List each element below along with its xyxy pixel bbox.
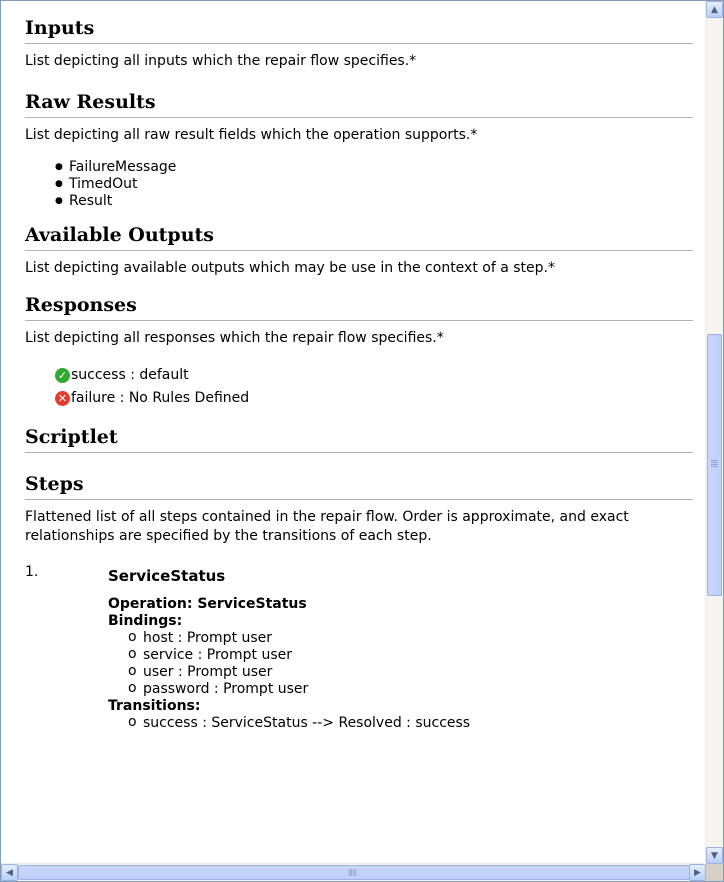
section-title-steps: Steps	[25, 471, 693, 500]
raw-results-description: List depicting all raw result fields whi…	[25, 127, 478, 143]
section-title-available-outputs: Available Outputs	[25, 222, 693, 251]
section-title-responses: Responses	[25, 292, 693, 321]
section-title-inputs: Inputs	[25, 15, 693, 44]
chevron-up-icon: ▲	[711, 4, 718, 15]
responses-description: List depicting all responses which the r…	[25, 330, 444, 346]
step-name: ServiceStatus	[108, 567, 226, 585]
section-title-raw-results: Raw Results	[25, 89, 693, 118]
transitions-list: success : ServiceStatus --> Resolved : s…	[108, 714, 692, 732]
scroll-right-button[interactable]: ▶	[689, 864, 706, 881]
raw-results-list: FailureMessage TimedOut Result	[25, 159, 692, 210]
scroll-left-button[interactable]: ◀	[1, 864, 18, 881]
vertical-scroll-thumb[interactable]	[707, 334, 722, 596]
list-item: FailureMessage	[55, 159, 692, 176]
chevron-down-icon: ▼	[711, 850, 718, 861]
response-item-success: ✓ success : default	[55, 364, 692, 387]
step-details: Operation: ServiceStatus Bindings: host …	[108, 596, 692, 732]
chevron-left-icon: ◀	[6, 867, 13, 878]
response-item-failure: ✕ failure : No Rules Defined	[55, 387, 692, 410]
step-operation: Operation: ServiceStatus	[108, 596, 307, 612]
inputs-description: List depicting all inputs which the repa…	[25, 53, 417, 69]
scroll-up-button[interactable]: ▲	[706, 1, 723, 18]
vertical-scrollbar[interactable]: ▲ ▼	[705, 1, 723, 864]
horizontal-scroll-thumb[interactable]	[18, 865, 690, 880]
chevron-right-icon: ▶	[694, 867, 701, 878]
bindings-list: host : Prompt user service : Prompt user…	[108, 629, 692, 698]
response-label: success : default	[71, 367, 189, 383]
scroll-down-button[interactable]: ▼	[706, 847, 723, 864]
step-number: 1.	[25, 564, 39, 580]
steps-list: 1. ServiceStatus Operation: ServiceStatu…	[25, 564, 692, 732]
steps-description: Flattened list of all steps contained in…	[25, 509, 629, 544]
failure-x-icon: ✕	[55, 391, 70, 406]
section-title-scriptlet: Scriptlet	[25, 424, 693, 453]
horizontal-scrollbar[interactable]: ◀ ▶	[1, 863, 706, 881]
responses-list: ✓ success : default ✕ failure : No Rules…	[55, 364, 692, 410]
binding-item: host : Prompt user	[128, 629, 692, 647]
list-item: Result	[55, 193, 692, 210]
bindings-label: Bindings:	[108, 613, 183, 629]
transitions-label: Transitions:	[108, 698, 201, 714]
scrollbar-corner	[706, 864, 723, 881]
transition-item: success : ServiceStatus --> Resolved : s…	[128, 714, 692, 732]
binding-item: service : Prompt user	[128, 646, 692, 664]
available-outputs-description: List depicting available outputs which m…	[25, 260, 555, 276]
document-content: Inputs List depicting all inputs which t…	[1, 1, 706, 864]
step-item: 1. ServiceStatus Operation: ServiceStatu…	[25, 564, 692, 732]
binding-item: user : Prompt user	[128, 663, 692, 681]
document-frame: Inputs List depicting all inputs which t…	[0, 0, 724, 882]
list-item: TimedOut	[55, 176, 692, 193]
binding-item: password : Prompt user	[128, 680, 692, 698]
response-label: failure : No Rules Defined	[71, 390, 250, 406]
success-check-icon: ✓	[55, 368, 70, 383]
